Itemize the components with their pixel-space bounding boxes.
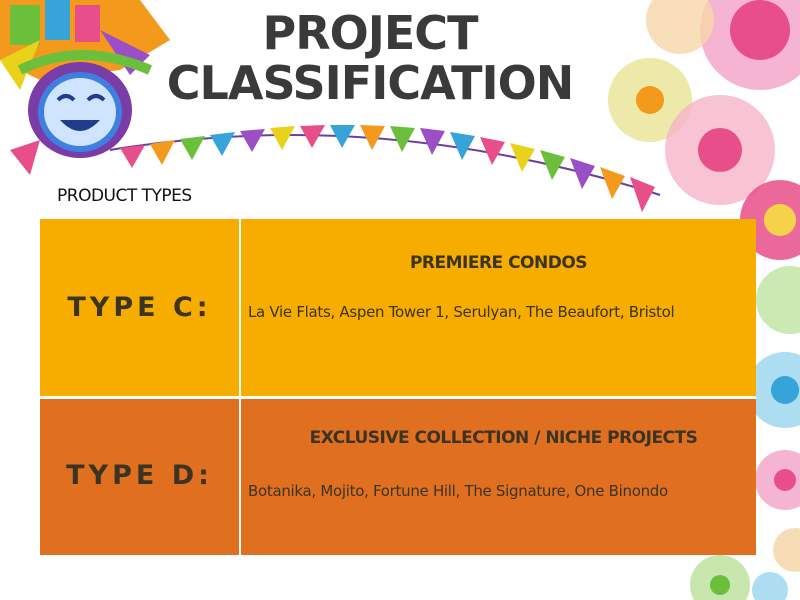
title-line-1: PROJECT: [262, 6, 479, 60]
project-list: Botanika, Mojito, Fortune Hill, The Sign…: [248, 482, 668, 500]
category-heading: EXCLUSIVE COLLECTION / NICHE PROJECTS: [309, 428, 698, 448]
type-label: TYPE D:: [66, 460, 213, 491]
classification-table: TYPE C: PREMIERE CONDOS La Vie Flats, As…: [40, 219, 756, 555]
festival-mask-icon: [0, 0, 170, 175]
table-row-type-d: TYPE D: EXCLUSIVE COLLECTION / NICHE PRO…: [40, 396, 756, 555]
bunting-flags-icon: [109, 125, 661, 212]
type-details: EXCLUSIVE COLLECTION / NICHE PROJECTS Bo…: [241, 396, 756, 555]
section-label: PRODUCT TYPES: [57, 186, 192, 206]
category-heading: PREMIERE CONDOS: [409, 253, 588, 273]
type-label: TYPE C:: [67, 292, 212, 323]
table-row-type-c: TYPE C: PREMIERE CONDOS La Vie Flats, As…: [40, 219, 756, 396]
type-details: PREMIERE CONDOS La Vie Flats, Aspen Towe…: [241, 219, 756, 396]
project-list: La Vie Flats, Aspen Tower 1, Serulyan, T…: [248, 303, 675, 321]
title-line-2: CLASSIFICATION: [166, 56, 574, 110]
page-title: PROJECT CLASSIFICATION: [150, 8, 590, 108]
